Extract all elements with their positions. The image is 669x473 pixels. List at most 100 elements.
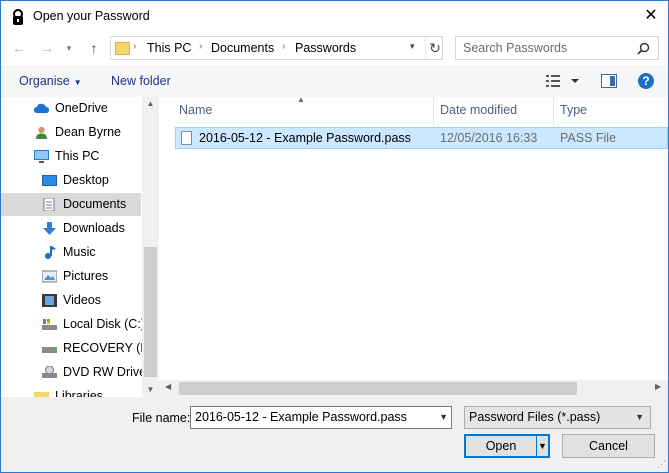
scrollbar-thumb[interactable]: [144, 247, 157, 377]
sidebar-item-label: This PC: [55, 149, 100, 163]
breadcrumb-separator[interactable]: ›: [282, 41, 285, 52]
file-list: ▲ Name Date modified Type 2016-05-12 - E…: [159, 95, 668, 397]
sidebar-item-label: Local Disk (C:): [63, 317, 145, 331]
user-icon: [36, 126, 47, 139]
libraries-icon: [34, 392, 49, 397]
column-divider[interactable]: [433, 97, 434, 125]
file-row[interactable]: 2016-05-12 - Example Password.pass 12/05…: [175, 127, 668, 149]
documents-icon: [43, 198, 55, 211]
sidebar-item-dvd[interactable]: DVD RW Drive: [1, 361, 146, 384]
breadcrumb-passwords[interactable]: Passwords: [295, 41, 356, 55]
chevron-down-icon[interactable]: ▼: [538, 436, 547, 456]
forward-button[interactable]: →: [37, 38, 57, 58]
sidebar-item-videos[interactable]: Videos: [1, 289, 141, 312]
scroll-left-arrow-icon[interactable]: ◀: [165, 382, 171, 391]
sidebar-item-music[interactable]: Music: [1, 241, 141, 264]
file-name: 2016-05-12 - Example Password.pass: [199, 131, 411, 145]
horizontal-scrollbar[interactable]: ◀ ▶: [159, 380, 668, 397]
organise-menu[interactable]: Organise ▼: [19, 74, 82, 88]
column-header-name[interactable]: Name: [179, 103, 212, 117]
cloud-icon: [34, 103, 49, 113]
window-title: Open your Password: [33, 9, 150, 23]
open-dialog: Open your Password ✕ ← → ▾ ↑ › This PC ›…: [0, 0, 669, 473]
folder-icon: [115, 42, 130, 55]
disk-icon: [42, 319, 57, 330]
new-folder-button[interactable]: New folder: [111, 74, 171, 88]
sidebar-item-dean-byrne[interactable]: Dean Byrne: [1, 121, 141, 144]
sidebar-item-this-pc[interactable]: This PC: [1, 145, 141, 168]
scroll-up-arrow-icon[interactable]: ▲: [142, 99, 159, 108]
dvd-icon: [42, 366, 57, 378]
address-bar[interactable]: › This PC › Documents › Passwords ▾ ↻: [110, 36, 443, 60]
filename-field[interactable]: 2016-05-12 - Example Password.pass ▼: [190, 406, 452, 429]
file-date: 12/05/2016 16:33: [440, 131, 538, 145]
sidebar-item-label: Libraries: [55, 389, 103, 397]
column-divider[interactable]: [553, 97, 554, 125]
sidebar-item-label: OneDrive: [55, 101, 108, 115]
organise-label: Organise: [19, 74, 70, 88]
sort-ascending-icon: ▲: [297, 95, 305, 104]
drive-icon: [42, 347, 57, 353]
videos-icon: [42, 294, 57, 307]
sidebar-item-desktop[interactable]: Desktop: [1, 169, 141, 192]
open-label: Open: [485, 439, 517, 453]
computer-icon: [34, 150, 49, 163]
refresh-button[interactable]: ↻: [425, 37, 444, 59]
close-button[interactable]: ✕: [640, 5, 662, 27]
sidebar-item-label: Videos: [63, 293, 101, 307]
filename-label: File name:: [132, 411, 191, 425]
column-header-type[interactable]: Type: [560, 103, 587, 117]
scroll-right-arrow-icon[interactable]: ▶: [655, 382, 661, 391]
desktop-icon: [42, 175, 57, 186]
search-icon[interactable]: [637, 42, 650, 55]
sidebar-item-recovery[interactable]: RECOVERY (D:): [1, 337, 157, 360]
scrollbar-thumb[interactable]: [179, 382, 577, 395]
scroll-down-arrow-icon[interactable]: ▼: [142, 385, 159, 394]
preview-pane-icon[interactable]: [601, 74, 617, 88]
breadcrumb-this-pc[interactable]: This PC: [147, 41, 191, 55]
command-bar: Organise ▼ New folder ?: [1, 65, 668, 98]
breadcrumb-documents[interactable]: Documents: [211, 41, 274, 55]
navigation-pane: OneDrive Dean Byrne This PC Desktop Docu…: [1, 97, 159, 397]
sidebar-item-downloads[interactable]: Downloads: [1, 217, 141, 240]
sidebar-item-label: Pictures: [63, 269, 109, 283]
back-button[interactable]: ←: [9, 38, 29, 58]
chevron-down-icon: ▼: [73, 78, 82, 87]
sidebar-item-pictures[interactable]: Pictures: [1, 265, 141, 288]
resize-grip-icon[interactable]: ⋰: [657, 459, 666, 470]
chevron-down-icon[interactable]: ▼: [439, 412, 448, 422]
sidebar-item-onedrive[interactable]: OneDrive: [1, 97, 141, 120]
chevron-down-icon[interactable]: ▼: [635, 412, 644, 422]
filename-value: 2016-05-12 - Example Password.pass: [195, 410, 407, 424]
sidebar-item-label: Music: [63, 245, 96, 259]
address-dropdown-button[interactable]: ▾: [410, 41, 415, 52]
sidebar-item-documents[interactable]: Documents: [1, 193, 141, 216]
up-button[interactable]: ↑: [84, 38, 104, 58]
breadcrumb-separator[interactable]: ›: [199, 41, 202, 52]
sidebar-item-label: DVD RW Drive: [63, 365, 147, 379]
search-box[interactable]: Search Passwords: [455, 36, 659, 60]
title-bar: Open your Password ✕: [1, 1, 668, 32]
breadcrumb-separator[interactable]: ›: [133, 41, 136, 52]
sidebar-item-libraries[interactable]: Libraries: [1, 385, 141, 397]
sidebar-scrollbar[interactable]: ▲ ▼: [142, 97, 159, 397]
search-input[interactable]: Search Passwords: [463, 41, 567, 55]
sidebar-item-label: Downloads: [63, 221, 125, 235]
cancel-button[interactable]: Cancel: [562, 434, 655, 458]
column-header-date[interactable]: Date modified: [440, 103, 517, 117]
recent-locations-button[interactable]: ▾: [59, 38, 79, 58]
open-button[interactable]: Open ▼: [464, 434, 550, 458]
sidebar-item-local-disk[interactable]: Local Disk (C:): [1, 313, 145, 336]
pictures-icon: [42, 270, 57, 283]
view-options-icon[interactable]: [546, 73, 580, 89]
file-icon: [181, 131, 192, 145]
file-type-select[interactable]: Password Files (*.pass) ▼: [464, 406, 651, 429]
lock-icon: [13, 9, 23, 25]
sidebar-item-label: Dean Byrne: [55, 125, 122, 139]
sidebar-item-label: Desktop: [63, 173, 109, 187]
navigation-bar: ← → ▾ ↑ › This PC › Documents › Password…: [1, 32, 668, 65]
sidebar-item-label: Documents: [63, 197, 127, 211]
file-type: PASS File: [560, 131, 617, 145]
split-divider: [536, 436, 537, 456]
help-button[interactable]: ?: [638, 73, 654, 89]
